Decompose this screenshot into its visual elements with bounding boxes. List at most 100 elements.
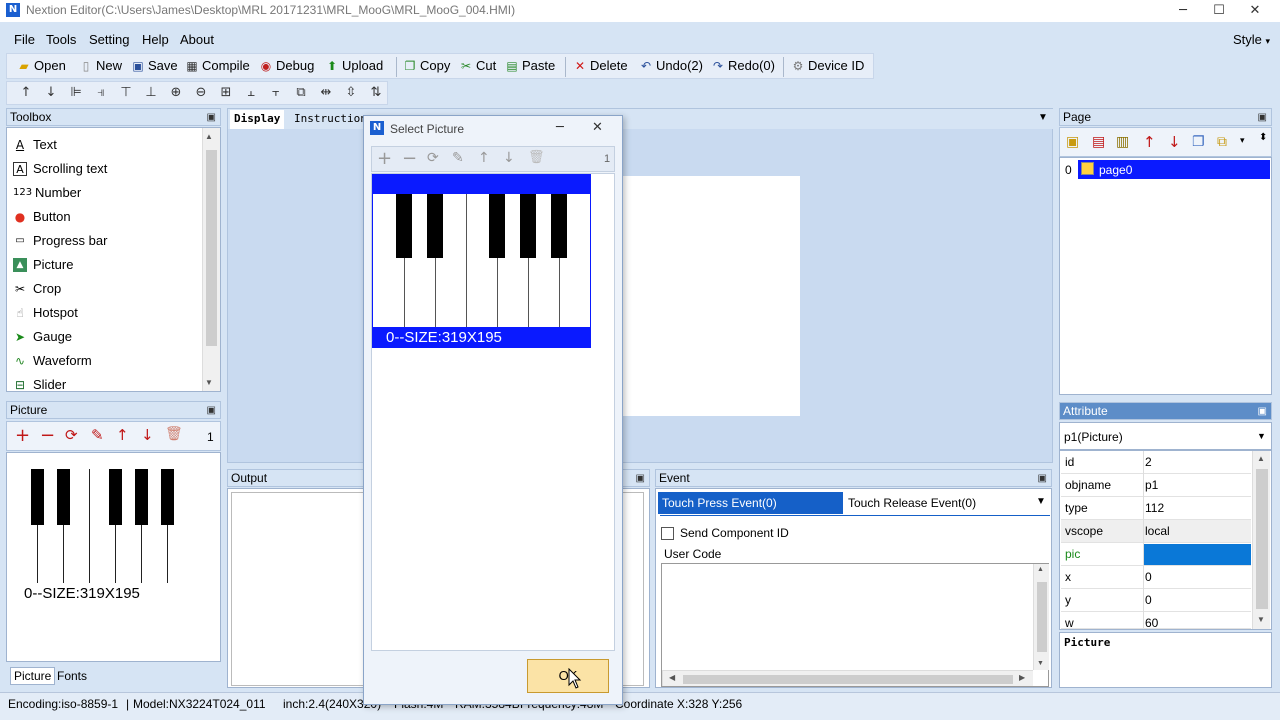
send-down-icon[interactable]: ↓ — [42, 85, 60, 101]
debug-button[interactable]: ◉ Debug — [259, 58, 315, 73]
attr-row-objname[interactable]: objname p1 — [1061, 474, 1251, 497]
align-bottom-icon[interactable]: ⊥ — [142, 85, 160, 101]
maximize-button[interactable]: ☐ — [1204, 2, 1234, 20]
pin-icon[interactable]: ▣ — [207, 403, 216, 419]
redo-button[interactable]: ↷ Redo(0) — [711, 58, 775, 73]
menu-file[interactable]: File — [14, 32, 35, 47]
move-down-icon[interactable]: ↓ — [141, 426, 154, 444]
attr-row-x[interactable]: x0 — [1061, 566, 1251, 589]
scroll-thumb[interactable] — [206, 150, 217, 346]
upload-button[interactable]: ⬆ Upload — [325, 58, 383, 73]
edit-icon[interactable]: ✎ — [452, 150, 464, 166]
same-height-icon[interactable]: ⫟ — [267, 85, 285, 101]
trash-icon[interactable]: 🗑 — [165, 426, 183, 442]
chevron-down-icon[interactable]: ▾ — [1240, 135, 1245, 146]
edit-icon[interactable]: ✎ — [91, 426, 104, 444]
add-icon[interactable]: + — [377, 148, 392, 169]
same-width-icon[interactable]: ⫠ — [242, 85, 260, 101]
remove-icon[interactable]: − — [40, 425, 55, 446]
scroll-up-icon[interactable]: ▲ — [1037, 566, 1044, 573]
scroll-up-icon[interactable]: ▲ — [205, 132, 213, 141]
import-page-icon[interactable]: ⧉ — [1217, 134, 1227, 150]
toolbox-item-button[interactable]: ● Button — [13, 209, 71, 224]
toolbox-item-slider[interactable]: ⊟ Slider — [13, 377, 66, 392]
align-right-icon[interactable]: ⫣ — [92, 85, 110, 101]
page-item-page0[interactable]: page0 — [1078, 160, 1270, 179]
tab-fonts[interactable]: Fonts — [55, 668, 89, 684]
scroll-right-icon[interactable]: ▶ — [1019, 673, 1025, 682]
add-page-icon[interactable]: ▣ — [1066, 134, 1079, 150]
device-id-button[interactable]: ⚙ Device ID — [791, 58, 865, 73]
scroll-up-icon[interactable]: ▲ — [1257, 454, 1265, 463]
insert-page-icon[interactable]: ▥ — [1116, 134, 1129, 150]
attr-row-y[interactable]: y0 — [1061, 589, 1251, 612]
toolbox-item-number[interactable]: 123 Number — [13, 185, 81, 200]
delete-button[interactable]: ✕ Delete — [573, 58, 628, 73]
toolbox-item-scrolling-text[interactable]: A Scrolling text — [13, 161, 107, 176]
scroll-down-icon[interactable]: ▼ — [1257, 615, 1265, 624]
move-down-icon[interactable]: ↓ — [503, 150, 515, 166]
menu-setting[interactable]: Setting — [89, 32, 129, 47]
toolbox-item-waveform[interactable]: ∿ Waveform — [13, 353, 92, 368]
dialog-close-button[interactable]: ✕ — [592, 120, 603, 135]
send-component-id-checkbox[interactable] — [661, 527, 674, 540]
chevron-down-icon[interactable]: ▼ — [1036, 496, 1046, 507]
trash-icon[interactable]: 🗑 — [528, 150, 545, 165]
pin-icon[interactable]: ▣ — [207, 110, 216, 126]
tab-display[interactable]: Display — [230, 110, 285, 129]
attr-row-vscope[interactable]: vscope local — [1061, 520, 1251, 543]
toolbox-item-picture[interactable]: ▲ Picture — [13, 257, 73, 272]
move-down-icon[interactable]: ↓ — [1168, 133, 1181, 151]
toolbox-item-crop[interactable]: ✂ Crop — [13, 281, 61, 296]
copy-button[interactable]: ❐ Copy — [403, 58, 451, 73]
grid-icon[interactable]: ⊞ — [217, 85, 235, 101]
scroll-thumb[interactable] — [1256, 469, 1268, 609]
paste-button[interactable]: ▤ Paste — [505, 58, 555, 73]
close-button[interactable]: ✕ — [1240, 2, 1270, 20]
dialog-minimize-button[interactable]: ─ — [556, 120, 564, 135]
refresh-icon[interactable]: ⟳ — [65, 426, 78, 444]
save-button[interactable]: ▣ Save — [131, 58, 177, 73]
compile-button[interactable]: ▦ Compile — [185, 58, 249, 73]
distribute-v-icon[interactable]: ⇳ — [342, 85, 360, 101]
attribute-selector[interactable]: p1(Picture) ▼ — [1059, 422, 1272, 450]
code-scrollbar-vertical[interactable]: ▲ ▼ — [1033, 564, 1049, 670]
pin-icon[interactable]: ▣ — [1038, 471, 1047, 487]
attribute-scrollbar[interactable]: ▲ ▼ — [1252, 451, 1270, 629]
tab-picture[interactable]: Picture — [10, 667, 56, 685]
arrange-icon[interactable]: ⇅ — [367, 85, 385, 101]
attr-row-w[interactable]: w 60 — [1061, 612, 1251, 629]
move-up-icon[interactable]: ↑ — [116, 426, 129, 444]
scroll-left-icon[interactable]: ◀ — [669, 673, 675, 682]
page-toolbar-scroll-icon[interactable]: ⬍ — [1259, 132, 1267, 143]
toolbox-scrollbar[interactable]: ▲ ▼ — [202, 128, 220, 391]
minimize-button[interactable]: ─ — [1168, 2, 1198, 20]
undo-button[interactable]: ↶ Undo(2) — [639, 58, 703, 73]
same-size-icon[interactable]: ⧉ — [292, 85, 310, 101]
delete-page-icon[interactable]: ▤ — [1092, 134, 1105, 150]
scroll-thumb[interactable] — [1037, 582, 1047, 652]
center-horizontal-icon[interactable]: ⊕ — [167, 85, 185, 101]
move-up-icon[interactable]: ↑ — [478, 150, 490, 166]
scroll-down-icon[interactable]: ▼ — [205, 378, 213, 387]
scroll-down-icon[interactable]: ▼ — [1037, 660, 1044, 667]
toolbox-item-progress-bar[interactable]: ▭ Progress bar — [13, 233, 107, 248]
menu-help[interactable]: Help — [142, 32, 169, 47]
pin-icon[interactable]: ▣ — [1258, 110, 1267, 126]
refresh-icon[interactable]: ⟳ — [427, 150, 439, 166]
align-top-icon[interactable]: ⊤ — [117, 85, 135, 101]
center-vertical-icon[interactable]: ⊖ — [192, 85, 210, 101]
menu-style[interactable]: Style ▾ — [1233, 32, 1270, 47]
scroll-thumb[interactable] — [683, 675, 1013, 684]
move-up-icon[interactable]: ↑ — [1143, 133, 1156, 151]
open-button[interactable]: ▰ Open — [17, 58, 65, 73]
menu-about[interactable]: About — [180, 32, 214, 47]
toolbox-item-gauge[interactable]: ➤ Gauge — [13, 329, 72, 344]
chevron-down-icon[interactable]: ▼ — [1038, 112, 1048, 123]
code-scrollbar-horizontal[interactable]: ◀ ▶ — [662, 670, 1033, 686]
piano-thumbnail[interactable] — [11, 469, 196, 583]
add-icon[interactable]: + — [15, 425, 30, 446]
toolbox-item-text[interactable]: A Text — [13, 137, 57, 152]
menu-tools[interactable]: Tools — [46, 32, 76, 47]
new-button[interactable]: ▯ New — [79, 58, 122, 73]
